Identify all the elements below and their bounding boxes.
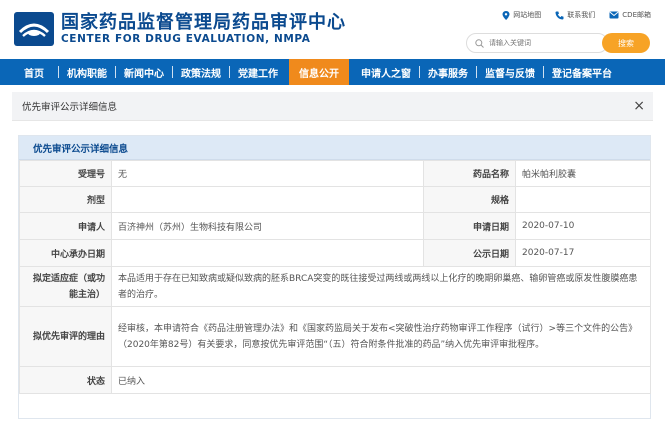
phone-icon	[555, 11, 564, 19]
publish-date-value: 2020-07-17	[515, 239, 651, 267]
accept-no-value: 无	[111, 160, 424, 187]
main-nav: 首页 机构职能 新闻中心 政策法规 党建工作 信息公开 申请人之窗 办事服务 监…	[0, 59, 665, 85]
apply-date-value: 2020-07-10	[515, 212, 651, 240]
reason-label: 拟优先审评的理由	[19, 306, 112, 367]
table-row: 受理号 无 药品名称 帕米帕利胶囊	[19, 160, 651, 187]
search-input[interactable]	[489, 39, 589, 47]
search-box	[466, 33, 608, 53]
contact-link[interactable]: 联系我们	[555, 10, 595, 20]
page-title: 优先审评公示详细信息	[22, 102, 118, 113]
cde-logo-icon[interactable]	[14, 12, 54, 46]
table-row: 状态 已纳入	[19, 366, 651, 394]
reason-value: 经审核，本申请符合《药品注册管理办法》和《国家药监局关于发布<突破性治疗药物审评…	[111, 306, 651, 367]
page-title-bar: 优先审评公示详细信息 ×	[12, 92, 653, 121]
drug-name-label: 药品名称	[423, 160, 516, 187]
nav-item-services[interactable]: 办事服务	[420, 59, 476, 85]
publish-date-label: 公示日期	[423, 239, 516, 267]
accept-no-label: 受理号	[19, 160, 112, 187]
nav-item-registration[interactable]: 登记备案平台	[544, 59, 620, 85]
status-value: 已纳入	[111, 366, 651, 394]
dept-date-label: 中心承办日期	[19, 239, 112, 267]
spec-label: 规格	[423, 186, 516, 213]
search-icon	[475, 38, 484, 48]
dosage-form-value	[111, 186, 424, 213]
indication-value: 本品适用于存在已知致病或疑似致病的胚系BRCA突变的既往接受过两线或两线以上化疗…	[111, 266, 651, 307]
site-title-cn: 国家药品监督管理局药品审评中心	[61, 12, 346, 33]
applicant-value: 百济神州（苏州）生物科技有限公司	[111, 212, 424, 240]
table-row: 申请人 百济神州（苏州）生物科技有限公司 申请日期 2020-07-10	[19, 212, 651, 240]
dosage-form-label: 剂型	[19, 186, 112, 213]
status-label: 状态	[19, 366, 112, 394]
contact-label: 联系我们	[567, 11, 596, 19]
dept-date-value	[111, 239, 424, 267]
apply-date-label: 申请日期	[423, 212, 516, 240]
table-row: 拟定适应症（或功能主治） 本品适用于存在已知致病或疑似致病的胚系BRCA突变的既…	[19, 266, 651, 307]
spec-value	[515, 186, 651, 213]
nav-item-party[interactable]: 党建工作	[230, 59, 286, 85]
indication-label: 拟定适应症（或功能主治）	[19, 266, 112, 307]
search-button[interactable]: 搜索	[602, 33, 650, 53]
site-header: 国家药品监督管理局药品审评中心 CENTER FOR DRUG EVALUATI…	[0, 0, 665, 58]
close-icon[interactable]: ×	[633, 98, 645, 114]
detail-panel: 优先审评公示详细信息 受理号 无 药品名称 帕米帕利胶囊 剂型 规格 申请人 百…	[18, 135, 651, 419]
table-row: 中心承办日期 公示日期 2020-07-17	[19, 239, 651, 267]
nav-item-policy[interactable]: 政策法规	[173, 59, 229, 85]
table-row: 剂型 规格	[19, 186, 651, 213]
nav-item-news[interactable]: 新闻中心	[116, 59, 172, 85]
sitemap-link[interactable]: 网站地图	[502, 10, 541, 20]
email-link[interactable]: CDE邮箱	[609, 10, 651, 20]
nav-item-functions[interactable]: 机构职能	[59, 59, 115, 85]
drug-name-value: 帕米帕利胶囊	[515, 160, 651, 187]
detail-table: 受理号 无 药品名称 帕米帕利胶囊 剂型 规格 申请人 百济神州（苏州）生物科技…	[19, 160, 651, 394]
panel-heading: 优先审评公示详细信息	[19, 136, 650, 160]
site-title-en: CENTER FOR DRUG EVALUATION, NMPA	[61, 33, 311, 45]
applicant-label: 申请人	[19, 212, 112, 240]
nav-item-feedback[interactable]: 监督与反馈	[477, 59, 543, 85]
mail-icon	[609, 11, 619, 19]
nav-item-home[interactable]: 首页	[0, 59, 58, 85]
nav-item-applicant[interactable]: 申请人之窗	[349, 59, 419, 85]
table-row: 拟优先审评的理由 经审核，本申请符合《药品注册管理办法》和《国家药监局关于发布<…	[19, 306, 651, 367]
nav-item-disclosure[interactable]: 信息公开	[289, 59, 349, 85]
location-pin-icon	[502, 10, 510, 20]
sitemap-label: 网站地图	[513, 11, 542, 19]
top-links: 网站地图 联系我们 CDE邮箱	[502, 10, 651, 20]
email-label: CDE邮箱	[622, 11, 651, 19]
